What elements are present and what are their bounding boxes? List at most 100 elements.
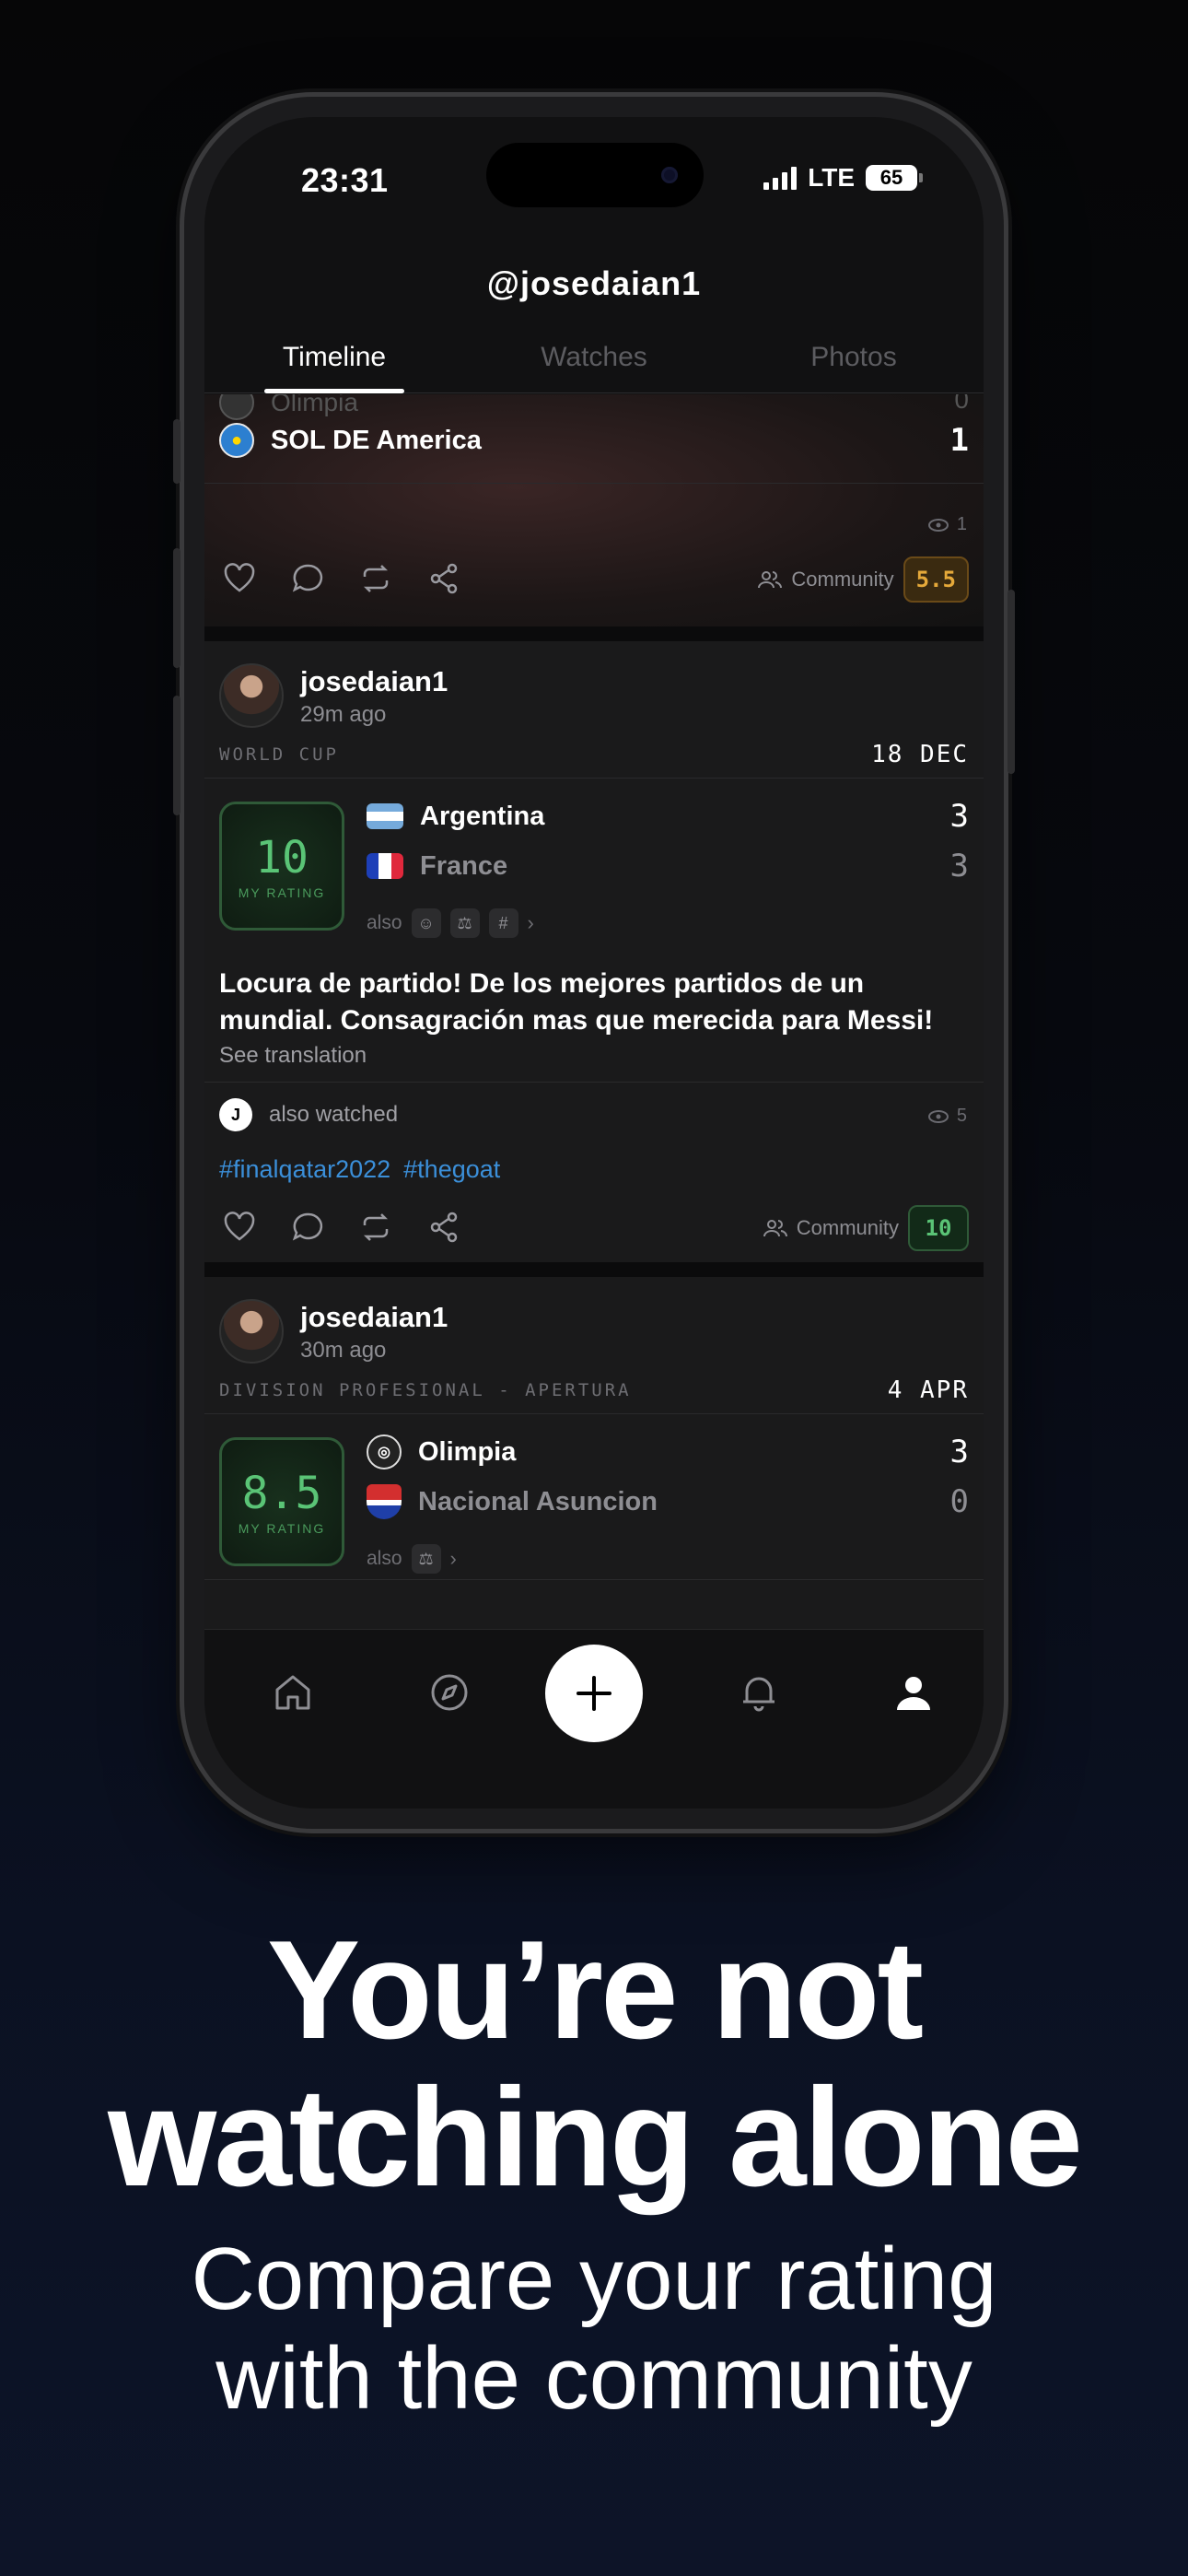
team-name: Argentina [420, 801, 545, 831]
sol-de-america-logo-icon: ● [219, 423, 254, 458]
match-date: 4 APR [887, 1376, 969, 1404]
my-rating-value: 8.5 [241, 1468, 322, 1519]
community-rating[interactable]: Community 5.5 [758, 556, 969, 603]
team-score: 1 [949, 422, 969, 459]
profile-icon[interactable] [886, 1665, 941, 1720]
post-time: 29m ago [300, 702, 387, 727]
repost-icon[interactable] [357, 1209, 394, 1246]
marketing-headline: You’re not watching alone [0, 1916, 1188, 2211]
view-count: 5 [927, 1106, 967, 1127]
avatar[interactable] [219, 1299, 284, 1364]
team-name: Olimpia [271, 394, 358, 416]
nacional-logo-icon [367, 1484, 402, 1519]
scale-icon: ⚖ [411, 1544, 441, 1574]
tab-photos[interactable]: Photos [724, 338, 984, 392]
community-rating[interactable]: Community 10 [763, 1205, 969, 1251]
also-watched[interactable]: J also watched [219, 1098, 398, 1131]
community-icon [758, 571, 783, 589]
olimpia-logo-icon: ◎ [367, 1434, 402, 1469]
post-time: 30m ago [300, 1338, 387, 1363]
tab-timeline[interactable]: Timeline [204, 338, 464, 393]
comment-icon[interactable] [289, 1209, 326, 1246]
username[interactable]: josedaian1 [300, 665, 448, 698]
compass-icon[interactable] [422, 1665, 477, 1720]
timeline-feed[interactable]: Olimpia 0 ● SOL DE America 1 1 Community… [204, 394, 984, 1638]
subheadline-line: with the community [215, 2329, 973, 2428]
plus-icon [577, 1676, 611, 1711]
community-icon [763, 1220, 787, 1237]
timeline-card[interactable]: Olimpia 0 ● SOL DE America 1 1 Community… [204, 394, 984, 641]
match-result[interactable]: Argentina 3 France 3 also ☺ ⚖ # › [367, 798, 969, 938]
post-comment: Locura de partido! De los mejores partid… [219, 968, 934, 1036]
share-icon[interactable] [425, 1209, 462, 1246]
app-screen: 23:31 LTE 65 @josedaian1 Timeline Watche… [204, 117, 984, 1809]
battery-level: 65 [879, 166, 903, 189]
bell-icon[interactable] [731, 1665, 786, 1720]
community-label: Community [796, 1216, 899, 1239]
my-rating-badge: 8.5 MY RATING [219, 1437, 344, 1566]
home-icon[interactable] [265, 1665, 320, 1720]
dynamic-island [486, 143, 704, 207]
hashtags: #finalqatar2022 #thegoat [219, 1155, 500, 1184]
my-rating-value: 10 [255, 832, 309, 884]
comment-icon[interactable] [289, 560, 326, 597]
headline-line: You’re not [266, 1912, 924, 2068]
hashtag-link[interactable]: #thegoat [403, 1155, 500, 1184]
also-tags[interactable]: also ☺ ⚖ # › [367, 908, 534, 938]
battery-icon: 65 [866, 165, 923, 191]
repost-icon[interactable] [357, 560, 394, 597]
community-rating-badge: 10 [908, 1205, 969, 1251]
profile-handle: @josedaian1 [486, 264, 702, 302]
post-actions [221, 560, 462, 597]
network-type: LTE [808, 163, 855, 192]
team-name: France [420, 850, 508, 881]
add-watch-button[interactable] [545, 1645, 643, 1742]
team-score: 3 [949, 1434, 969, 1470]
my-rating-label: MY RATING [238, 885, 326, 900]
team-row-away: ● SOL DE America 1 [219, 422, 969, 459]
eye-icon [927, 1109, 949, 1123]
team-name: SOL DE America [271, 425, 482, 455]
community-label: Community [791, 568, 894, 591]
power-button [1007, 590, 1015, 774]
chevron-right-icon: › [527, 911, 534, 934]
like-icon[interactable] [221, 1209, 258, 1246]
also-label: also [367, 1548, 402, 1569]
team-score: 0 [949, 1483, 969, 1520]
france-flag-icon [367, 853, 403, 879]
team-score: 3 [949, 848, 969, 884]
match-result[interactable]: ◎ Olimpia 3 Nacional Asuncion 0 also ⚖ › [367, 1434, 969, 1574]
match-date: 18 DEC [871, 741, 969, 768]
view-count: 1 [927, 514, 967, 535]
timeline-card[interactable]: josedaian1 30m ago DIVISION PROFESIONAL … [204, 1277, 984, 1638]
status-time: 23:31 [301, 161, 389, 199]
argentina-flag-icon [367, 803, 403, 829]
my-rating-badge: 10 MY RATING [219, 802, 344, 931]
community-rating-badge: 5.5 [903, 556, 969, 603]
also-tags[interactable]: also ⚖ › [367, 1544, 457, 1574]
competition-label: WORLD CUP [219, 744, 339, 765]
my-rating-label: MY RATING [238, 1521, 326, 1536]
post-actions [221, 1209, 462, 1246]
share-icon[interactable] [425, 560, 462, 597]
eye-icon [927, 518, 949, 532]
avatar[interactable] [219, 663, 284, 728]
see-translation-link[interactable]: See translation [219, 1043, 367, 1069]
competition-label: DIVISION PROFESIONAL - APERTURA [219, 1380, 632, 1400]
scale-icon: ⚖ [449, 908, 480, 938]
also-watched-label: also watched [269, 1102, 399, 1127]
face-icon: ☺ [411, 908, 441, 938]
profile-tabs: Timeline Watches Photos [204, 338, 984, 393]
timeline-card[interactable]: josedaian1 29m ago WORLD CUP 18 DEC 10 M… [204, 641, 984, 1277]
headline-line: watching alone [108, 2059, 1083, 2216]
tab-watches[interactable]: Watches [464, 338, 724, 392]
hash-icon: # [488, 908, 518, 938]
phone-frame: 23:31 LTE 65 @josedaian1 Timeline Watche… [173, 97, 1015, 1829]
team-score: 0 [954, 394, 969, 414]
bottom-tab-bar [204, 1629, 984, 1776]
like-icon[interactable] [221, 560, 258, 597]
hashtag-link[interactable]: #finalqatar2022 [219, 1155, 390, 1184]
olimpia-logo-icon [219, 394, 254, 420]
username[interactable]: josedaian1 [300, 1301, 448, 1334]
volume-up-button [173, 548, 181, 668]
